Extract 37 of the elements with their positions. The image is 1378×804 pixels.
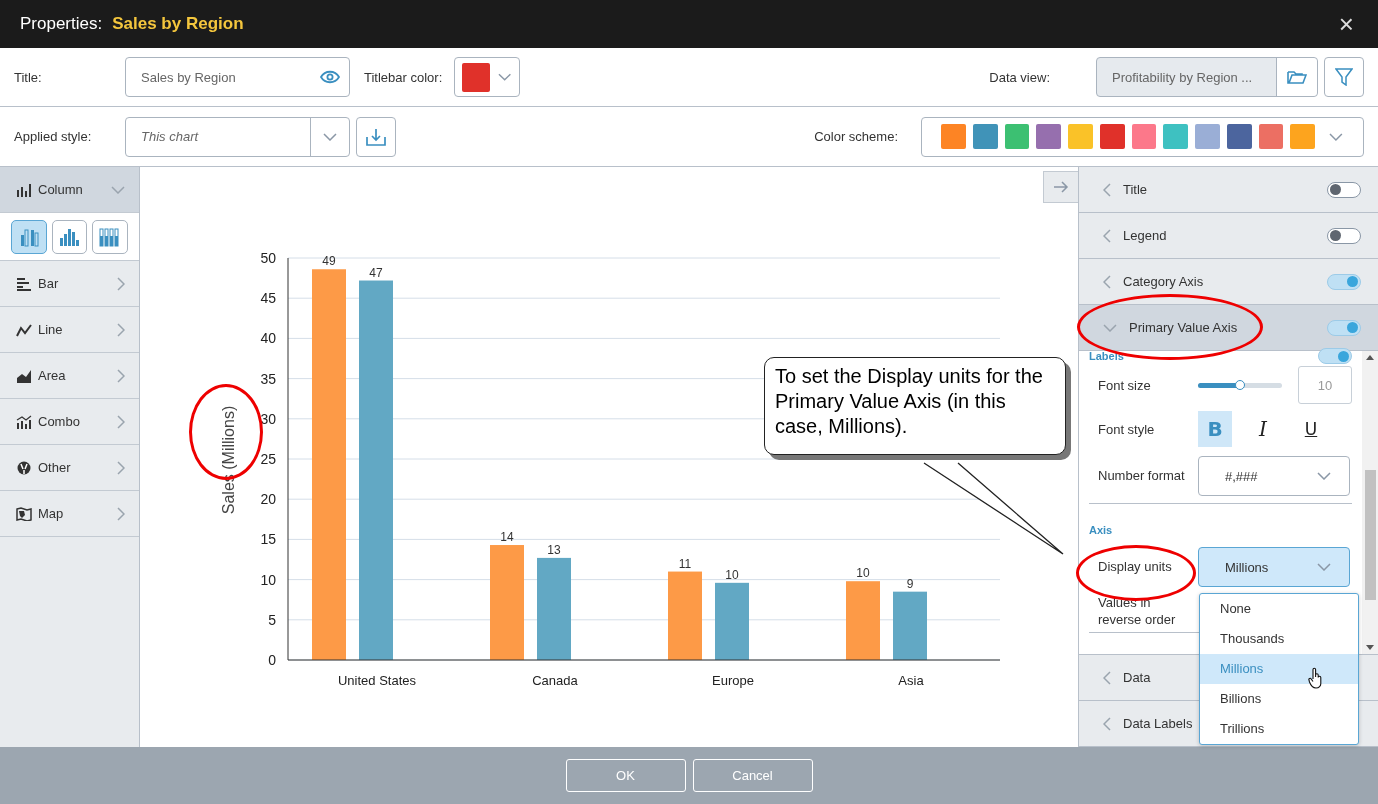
section-heading: Labels — [1089, 350, 1124, 362]
y-tick-label: 0 — [268, 652, 276, 668]
category-label: Europe — [712, 673, 754, 688]
category-label: Asia — [898, 673, 924, 688]
y-tick-label: 50 — [260, 250, 276, 266]
y-tick-label: 30 — [260, 410, 276, 427]
number-format-label: Number format — [1098, 466, 1186, 484]
section-heading: Axis — [1089, 524, 1113, 536]
y-tick-label: 35 — [260, 370, 276, 387]
y-axis-title: Sales (Millions) — [220, 405, 237, 515]
font-size-label: Font size — [1098, 377, 1152, 393]
title-label: Title: — [14, 69, 43, 85]
dialog-title-label: Properties: — [20, 14, 103, 34]
color-scheme-label: Color scheme: — [814, 129, 898, 144]
category-label: Canada — [532, 673, 578, 688]
y-tick-label: 40 — [260, 330, 276, 347]
y-tick-label: 45 — [260, 290, 276, 307]
value-label: 13 — [547, 542, 561, 557]
value-label: 47 — [369, 265, 383, 280]
value-label: 11 — [678, 556, 692, 571]
category-label: United States — [338, 673, 416, 688]
value-label: 10 — [856, 566, 870, 581]
titlebar-color-label: Titlebar color: — [364, 69, 443, 85]
value-label: 14 — [500, 530, 514, 545]
y-tick-label: 25 — [260, 451, 276, 467]
value-label: 10 — [725, 567, 739, 582]
y-tick-label: 10 — [260, 571, 276, 588]
dialog-title: Sales by Region — [112, 14, 244, 34]
applied-style-label: Applied style: — [14, 129, 93, 144]
value-label: 9 — [906, 576, 914, 591]
data-view-label: Data view: — [989, 69, 1050, 85]
value-label: 49 — [322, 254, 336, 269]
display-units-label: Display units — [1098, 558, 1173, 574]
y-tick-label: 5 — [268, 611, 276, 628]
font-style-label: Font style — [1098, 421, 1156, 437]
y-tick-label: 15 — [260, 531, 276, 548]
y-tick-label: 20 — [260, 491, 276, 508]
